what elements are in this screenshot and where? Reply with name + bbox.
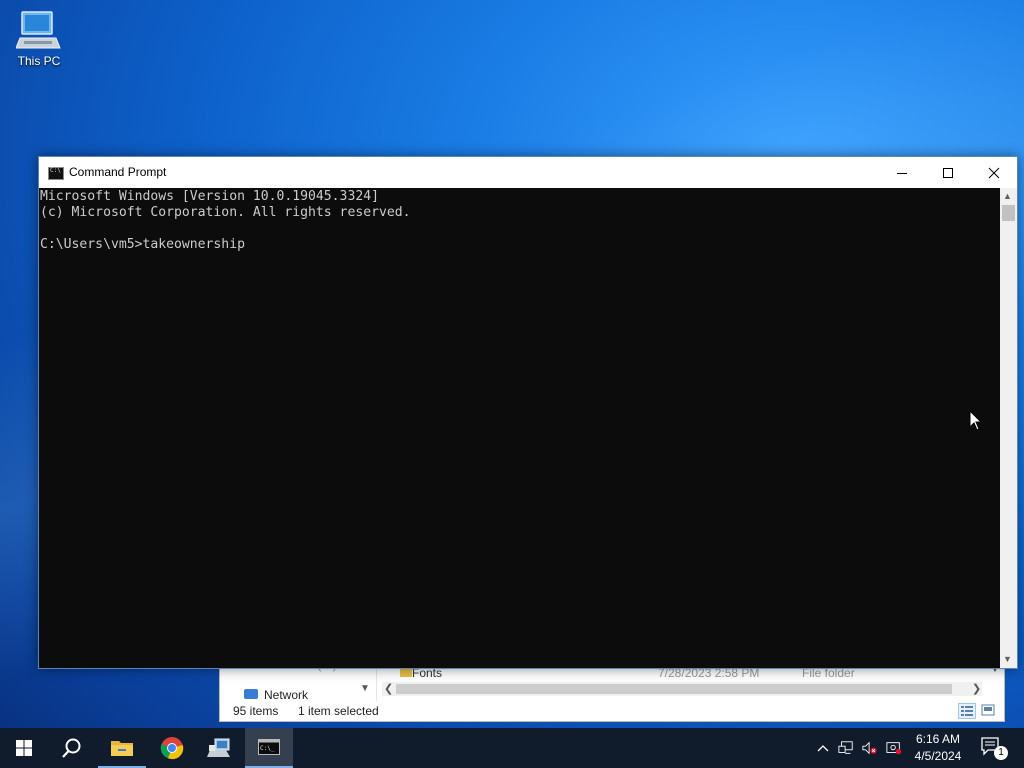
console-output[interactable]: Microsoft Windows [Version 10.0.19045.33… xyxy=(39,188,1000,668)
title-bar[interactable]: Command Prompt xyxy=(39,157,1017,188)
close-icon xyxy=(988,167,1000,178)
network-icon xyxy=(244,689,258,699)
nav-scroll-down-icon[interactable]: ▼ xyxy=(360,683,370,694)
clock-time: 6:16 AM xyxy=(915,732,961,746)
desktop-icon-this-pc[interactable]: This PC xyxy=(10,8,68,68)
scroll-up-icon[interactable]: ▲ xyxy=(1003,191,1012,201)
svg-text:C:\_: C:\_ xyxy=(260,745,275,752)
window-title: Command Prompt xyxy=(69,165,167,179)
taskbar-file-explorer[interactable] xyxy=(98,728,146,768)
status-bar: 95 items 1 item selected xyxy=(220,701,1004,721)
command-prompt-icon: C:\_ xyxy=(258,739,280,755)
console-prompt-line[interactable]: C:\Users\vm5>takeownership xyxy=(40,237,245,252)
search-button[interactable] xyxy=(48,728,96,768)
network-icon[interactable] xyxy=(838,740,854,756)
scrollbar-thumb[interactable] xyxy=(1002,205,1015,221)
scroll-left-icon[interactable]: ❮ xyxy=(384,682,393,695)
console-line: (c) Microsoft Corporation. All rights re… xyxy=(40,205,411,220)
scroll-right-icon[interactable]: ❯ xyxy=(972,682,981,695)
scrollbar-thumb[interactable] xyxy=(396,684,952,694)
system-clock[interactable]: 6:16 AM 4/5/2024 xyxy=(904,731,972,765)
taskbar-command-prompt[interactable]: C:\_ xyxy=(245,728,293,768)
maximize-icon xyxy=(943,167,953,178)
chevron-up-icon[interactable] xyxy=(815,740,831,756)
taskbar-network-admin[interactable] xyxy=(196,728,244,768)
selection-count: 1 item selected xyxy=(298,704,379,718)
item-count: 95 items xyxy=(233,704,279,718)
security-icon[interactable] xyxy=(886,740,902,756)
minimize-button[interactable] xyxy=(879,157,925,188)
large-icons-view-icon[interactable] xyxy=(980,703,996,717)
horizontal-scrollbar[interactable]: ❮ ❯ xyxy=(382,682,982,696)
details-view-icon[interactable] xyxy=(958,703,976,719)
close-button[interactable] xyxy=(971,157,1017,188)
chrome-icon xyxy=(160,737,184,760)
console-line: Microsoft Windows [Version 10.0.19045.33… xyxy=(40,189,379,204)
taskbar-chrome[interactable] xyxy=(148,728,196,768)
start-button[interactable] xyxy=(0,728,48,768)
scroll-down-icon[interactable]: ▼ xyxy=(1003,654,1012,664)
taskbar: C:\_ 6:16 AM 4/5/2024 1 xyxy=(0,728,1024,768)
command-prompt-icon xyxy=(48,167,64,180)
notification-badge: 1 xyxy=(994,746,1008,760)
start-icon xyxy=(16,740,32,756)
maximize-button[interactable] xyxy=(925,157,971,188)
mouse-cursor-icon xyxy=(969,410,983,431)
clock-date: 4/5/2024 xyxy=(914,749,962,763)
minimize-icon xyxy=(897,172,907,174)
network-admin-icon xyxy=(207,738,230,757)
volume-muted-icon[interactable] xyxy=(862,740,878,756)
action-center-button[interactable]: 1 xyxy=(980,736,1010,760)
file-explorer-icon xyxy=(111,741,133,756)
desktop-icon-label: This PC xyxy=(17,54,61,68)
search-icon xyxy=(62,738,81,758)
command-prompt-window[interactable]: Command Prompt Microsoft Windows [Versio… xyxy=(38,156,1018,669)
computer-icon xyxy=(16,11,61,49)
nav-item-network[interactable]: Network xyxy=(264,688,308,702)
console-scrollbar[interactable]: ▲ ▼ xyxy=(1000,188,1017,668)
